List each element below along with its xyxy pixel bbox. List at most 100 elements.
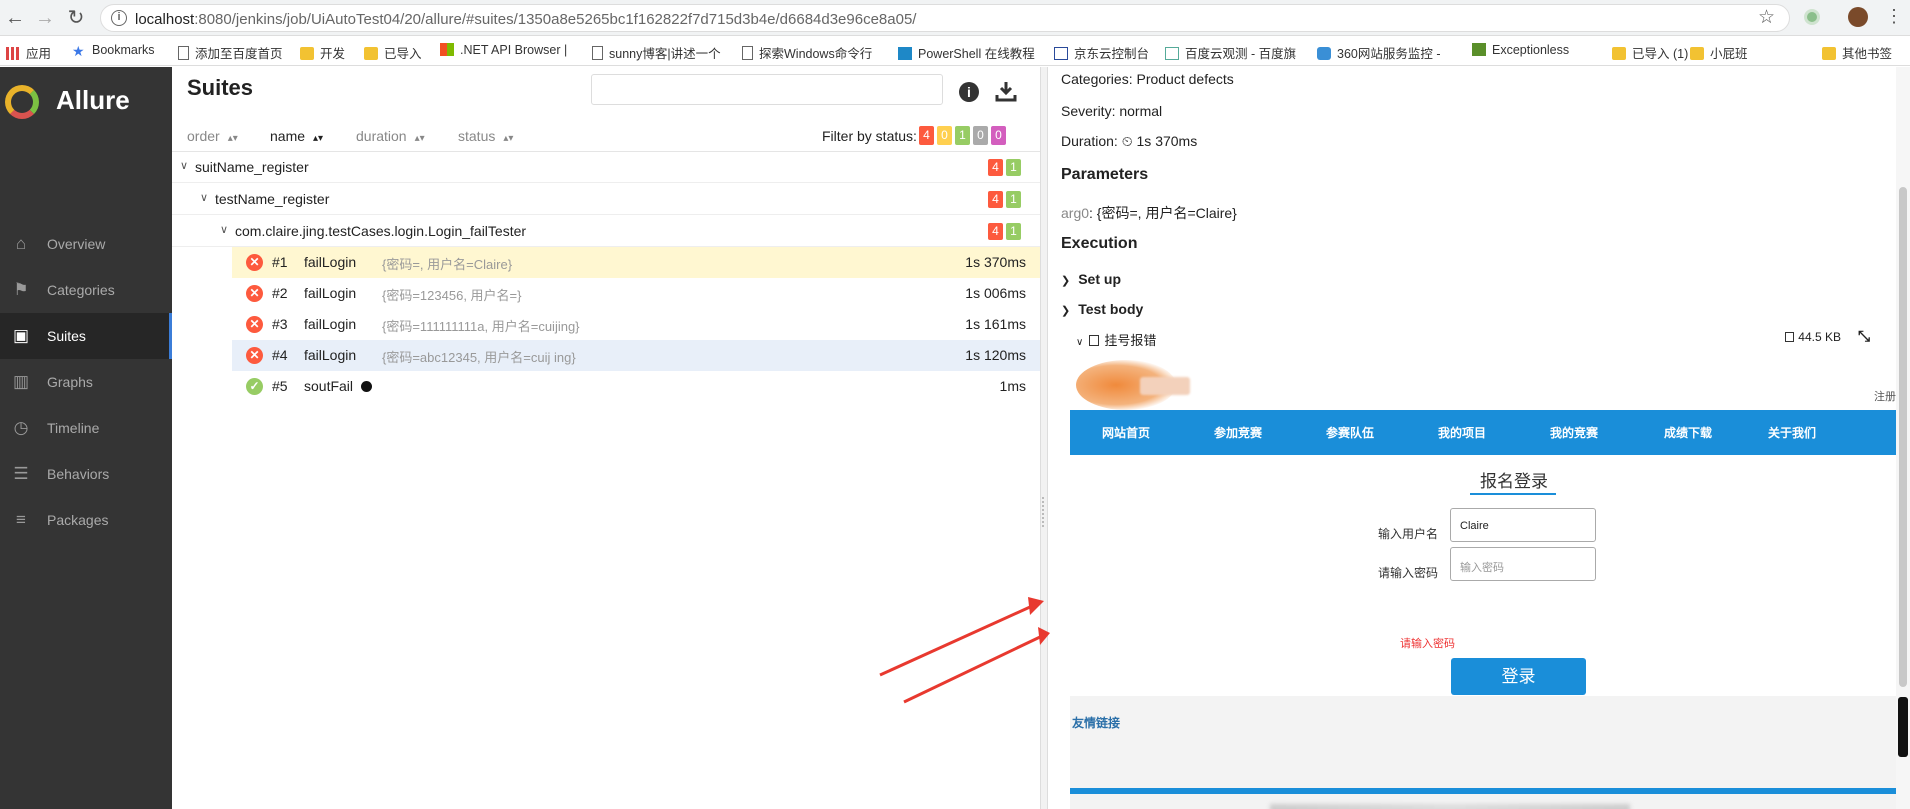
sort-name[interactable]: name ▴▾	[270, 128, 323, 144]
annotation-arrows	[879, 597, 1050, 704]
test-case-row[interactable]: ✕ #2 failLogin {密码=123456, 用户名=} 1s 006ms	[232, 278, 1040, 309]
site-info-icon[interactable]: i	[111, 10, 127, 26]
bookmark-item[interactable]: 360网站服务监控 -	[1317, 43, 1441, 62]
register-link: 注册	[1874, 391, 1896, 403]
case-duration: 1s 370ms	[965, 254, 1026, 270]
bookmark-item[interactable]: 探索Windows命令行	[742, 43, 872, 62]
bookmarks-bar: 应用 ★ Bookmarks 添加至百度首页 开发 已导入 .NET API Browser…	[0, 36, 1910, 66]
error-text: 请输入密码	[1400, 638, 1455, 650]
attachment-screenshot: 注册 网站首页 参加竞赛 参赛队伍 我的项目 我的竞赛 成绩下载 关于我们 报名登录 输入用…	[1070, 355, 1896, 809]
bookmark-label: 其他书签	[1842, 47, 1893, 61]
chevron-down-icon[interactable]: ∨	[180, 159, 188, 172]
suite-group-row[interactable]: ∨ testName_register 4 1	[172, 183, 1040, 215]
scrollbar-thumb[interactable]	[1899, 187, 1907, 687]
sort-order[interactable]: order ▴▾	[187, 128, 238, 144]
clock-icon: ◷	[13, 418, 29, 437]
flaky-bomb-icon	[361, 381, 373, 392]
sidebar-item-overview[interactable]: ⌂ Overview	[0, 221, 172, 267]
site-footer: 友情链接	[1070, 696, 1896, 809]
bookmark-item[interactable]: 百度云观测 - 百度旗	[1165, 43, 1296, 62]
status-filter-badge[interactable]: 4	[919, 126, 934, 145]
bookmark-item[interactable]: 开发	[300, 43, 345, 62]
case-number: #1	[272, 254, 288, 270]
file-icon	[1785, 332, 1795, 342]
case-name: failLogin	[304, 285, 356, 301]
chevron-down-icon[interactable]: ∨	[220, 223, 228, 236]
bookmark-item[interactable]: Exceptionless	[1472, 43, 1569, 57]
bookmark-label: .NET API Browser |	[460, 43, 568, 57]
attachment-row[interactable]: ∨ 挂号报错 44.5 KB ⤡	[1076, 328, 1886, 350]
sidebar-item-timeline[interactable]: ◷ Timeline	[0, 405, 172, 451]
test-case-row[interactable]: ✕ #4 failLogin {密码=abc12345, 用户名=cuij ing} 1…	[232, 340, 1040, 371]
status-filter-badge[interactable]: 0	[991, 126, 1006, 145]
execution-heading: Execution	[1061, 235, 1138, 252]
failed-status-icon: ✕	[246, 254, 263, 271]
expand-icon[interactable]: ⤡	[1858, 328, 1870, 345]
case-params: {密码=, 用户名=Claire}	[382, 257, 513, 272]
sort-duration[interactable]: duration ▴▾	[356, 128, 425, 144]
setup-toggle[interactable]: ❯ Set up	[1061, 271, 1121, 287]
bookmark-item[interactable]: 应用	[6, 43, 51, 62]
briefcase-icon: ▣	[12, 326, 30, 345]
case-name-text: failLogin	[304, 285, 357, 301]
bookmark-label: 京东云控制台	[1074, 47, 1150, 61]
bookmark-item[interactable]: 其他书签	[1822, 43, 1892, 62]
vertical-scrollbar[interactable]	[1896, 67, 1910, 809]
sidebar-item-graphs[interactable]: ▥ Graphs	[0, 359, 172, 405]
page-icon	[592, 46, 603, 60]
sort-status[interactable]: status ▴▾	[458, 128, 513, 144]
search-input[interactable]	[591, 74, 943, 105]
info-icon[interactable]: i	[959, 82, 979, 102]
test-case-row[interactable]: ✕ #3 failLogin {密码=111111111a, 用户名=cuijing}…	[232, 309, 1040, 340]
sidebar-item-categories[interactable]: ⚑ Categories	[0, 267, 172, 313]
test-case-row[interactable]: ✕ #1 failLogin {密码=, 用户名=Claire} 1s 370ms	[232, 247, 1040, 278]
cloud-icon	[1317, 47, 1331, 60]
status-filter-badge[interactable]: 1	[955, 126, 970, 145]
suite-group-row[interactable]: ∨ suitName_register 4 1	[172, 151, 1040, 183]
sidebar-item-behaviors[interactable]: ☰ Behaviors	[0, 451, 172, 497]
bookmark-label: Bookmarks	[92, 43, 155, 57]
reload-icon[interactable]: ↻	[65, 7, 87, 29]
menu-icon[interactable]: ⋮	[1885, 6, 1903, 27]
bookmark-star-icon[interactable]: ☆	[1758, 6, 1775, 29]
profile-avatar[interactable]	[1848, 7, 1868, 27]
sidebar-item-suites[interactable]: ▣ Suites	[0, 313, 172, 359]
bookmark-label: 已导入	[384, 47, 422, 61]
home-icon: ⌂	[15, 234, 27, 253]
case-duration: 1s 120ms	[965, 347, 1026, 363]
case-name: failLogin	[304, 254, 356, 270]
download-icon[interactable]	[994, 79, 1018, 103]
url-text[interactable]: localhost:8080/jenkins/job/UiAutoTest04/…	[135, 11, 916, 28]
bookmark-item[interactable]: .NET API Browser |	[440, 43, 567, 57]
test-case-row[interactable]: ✓ #5 soutFail 1ms	[232, 371, 1040, 402]
sidebar-item-packages[interactable]: ≡ Packages	[0, 497, 172, 543]
testbody-toggle[interactable]: ❯ Test body	[1061, 301, 1143, 317]
back-icon[interactable]: ←	[4, 7, 26, 29]
forward-icon[interactable]: →	[34, 7, 56, 29]
suite-group-row[interactable]: ∨ com.claire.jing.testCases.login.Login_f…	[172, 215, 1040, 247]
bookmark-item[interactable]: 已导入	[364, 43, 422, 62]
bookmark-item[interactable]: PowerShell 在线教程	[898, 43, 1035, 62]
arrow-head	[1028, 597, 1044, 615]
bookmark-item[interactable]: 添加至百度首页	[178, 43, 283, 62]
apps-icon	[6, 47, 20, 60]
chevron-right-icon: ❯	[1061, 275, 1071, 287]
bookmark-item[interactable]: ★ Bookmarks	[72, 43, 155, 58]
categories-text: Categories: Product defects	[1061, 71, 1234, 87]
parameters-heading: Parameters	[1061, 166, 1149, 183]
password-field: 输入密码	[1450, 547, 1596, 581]
status-filter-badge[interactable]: 0	[937, 126, 952, 145]
status-filter-badge[interactable]: 0	[973, 126, 988, 145]
bookmark-item[interactable]: 京东云控制台	[1054, 43, 1149, 62]
chevron-down-icon[interactable]: ∨	[200, 191, 208, 204]
extension-icon[interactable]	[1804, 9, 1820, 25]
sidebar-item-label: Behaviors	[47, 466, 110, 482]
bookmark-item[interactable]: 已导入 (1)	[1612, 43, 1688, 62]
bookmark-item[interactable]: 小屁班	[1690, 43, 1748, 62]
bar-chart-icon: ▥	[12, 372, 30, 391]
bookmark-item[interactable]: sunny博客|讲述一个	[592, 43, 721, 62]
case-name: failLogin	[304, 316, 356, 332]
address-bar[interactable]: i localhost:8080/jenkins/job/UiAutoTest0…	[100, 4, 1790, 32]
bookmark-label: Exceptionless	[1492, 43, 1570, 57]
password-label: 请输入密码	[1378, 566, 1439, 580]
